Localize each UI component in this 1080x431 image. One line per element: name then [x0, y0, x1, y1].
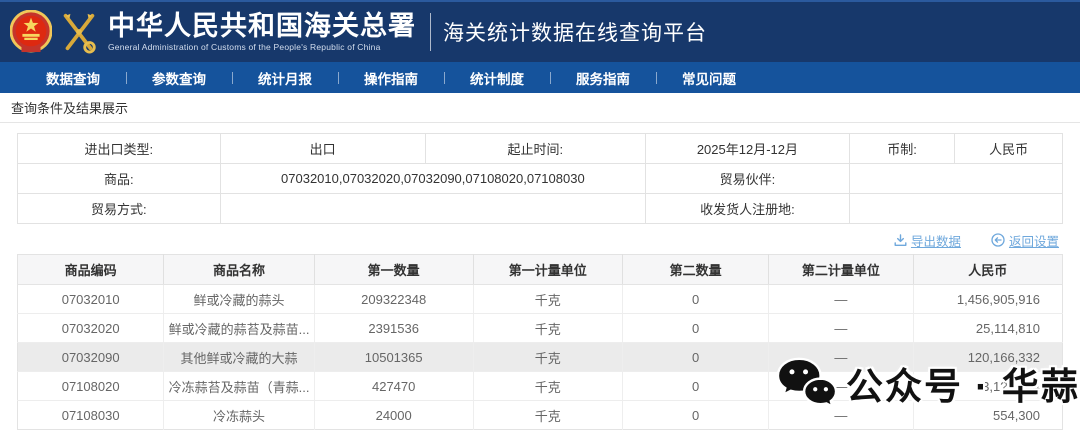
- cell-rmb: 120,166,332: [913, 343, 1062, 372]
- breadcrumb: 查询条件及结果展示: [0, 93, 1080, 123]
- col-header-name: 商品名称: [164, 255, 314, 285]
- trade-mode-value: [220, 194, 645, 224]
- nav-item-guide[interactable]: 操作指南: [338, 68, 444, 88]
- cell-name: 鲜或冷藏的蒜苔及蒜苗...: [164, 314, 314, 343]
- cell-name: 其他鲜或冷藏的大蒜: [164, 343, 314, 372]
- import-export-label: 进出口类型:: [18, 134, 221, 164]
- cell-name: 冷冻蒜头: [164, 401, 314, 430]
- col-header-rmb: 人民币: [913, 255, 1062, 285]
- registration-value: [849, 194, 1062, 224]
- app-header: 中华人民共和国海关总署 General Administration of Cu…: [0, 0, 1080, 62]
- period-label: 起止时间:: [425, 134, 645, 164]
- trade-mode-label: 贸易方式:: [18, 194, 221, 224]
- cell-code: 07032020: [18, 314, 164, 343]
- query-row-3: 贸易方式: 收发货人注册地:: [18, 194, 1063, 224]
- cell-code: 07108020: [18, 372, 164, 401]
- cell-code: 07108030: [18, 401, 164, 430]
- back-to-settings-label: 返回设置: [1009, 231, 1059, 250]
- title-divider: [430, 13, 431, 51]
- import-export-value: 出口: [220, 134, 425, 164]
- cell-qty2: 0: [623, 314, 769, 343]
- back-to-settings-button[interactable]: 返回设置: [991, 231, 1059, 250]
- commodity-value: 07032010,07032020,07032090,07108020,0710…: [220, 164, 645, 194]
- cell-unit1: 千克: [473, 372, 622, 401]
- query-conditions-table: 进出口类型: 出口 起止时间: 2025年12月-12月 币制: 人民币 商品:…: [17, 133, 1063, 224]
- table-actions: 导出数据 返回设置: [17, 231, 1059, 249]
- cell-qty1: 209322348: [314, 285, 473, 314]
- currency-label: 币制:: [849, 134, 955, 164]
- cell-unit2: —: [769, 343, 913, 372]
- back-arrow-icon: [991, 233, 1005, 247]
- period-value: 2025年12月-12月: [646, 134, 850, 164]
- currency-value: 人民币: [955, 134, 1063, 164]
- query-row-1: 进出口类型: 出口 起止时间: 2025年12月-12月 币制: 人民币: [18, 134, 1063, 164]
- cell-rmb: 25,114,810: [913, 314, 1062, 343]
- export-data-button[interactable]: 导出数据: [894, 231, 961, 250]
- query-row-2: 商品: 07032010,07032020,07032090,07108020,…: [18, 164, 1063, 194]
- cell-unit1: 千克: [473, 314, 622, 343]
- cell-qty2: 0: [623, 401, 769, 430]
- page: 中华人民共和国海关总署 General Administration of Cu…: [0, 0, 1080, 431]
- registration-label: 收发货人注册地:: [646, 194, 850, 224]
- customs-logo-icon: [58, 10, 100, 54]
- cell-unit2: —: [769, 401, 913, 430]
- cell-unit2: —: [769, 314, 913, 343]
- nav-item-faq[interactable]: 常见问题: [656, 68, 762, 88]
- cell-qty1: 427470: [314, 372, 473, 401]
- nav-item-service-guide[interactable]: 服务指南: [550, 68, 656, 88]
- nav-item-data-query[interactable]: 数据查询: [20, 68, 126, 88]
- cell-rmb: 3,1??,?44: [913, 372, 1062, 401]
- main-nav: 数据查询 参数查询 统计月报 操作指南 统计制度 服务指南 常见问题: [0, 62, 1080, 93]
- results-table: 商品编码 商品名称 第一数量 第一计量单位 第二数量 第二计量单位 人民币 07…: [17, 254, 1063, 430]
- cell-name: 鲜或冷藏的蒜头: [164, 285, 314, 314]
- cell-qty2: 0: [623, 343, 769, 372]
- cell-rmb: 1,456,905,916: [913, 285, 1062, 314]
- content: 进出口类型: 出口 起止时间: 2025年12月-12月 币制: 人民币 商品:…: [0, 133, 1080, 430]
- col-header-qty2: 第二数量: [623, 255, 769, 285]
- org-title-block: 中华人民共和国海关总署 General Administration of Cu…: [108, 12, 416, 52]
- table-row[interactable]: 07108030 冷冻蒜头 24000 千克 0 — 554,300: [18, 401, 1063, 430]
- partner-value: [849, 164, 1062, 194]
- col-header-unit2: 第二计量单位: [769, 255, 913, 285]
- table-row[interactable]: 07032010 鲜或冷藏的蒜头 209322348 千克 0 — 1,456,…: [18, 285, 1063, 314]
- cell-qty1: 2391536: [314, 314, 473, 343]
- results-header-row: 商品编码 商品名称 第一数量 第一计量单位 第二数量 第二计量单位 人民币: [18, 255, 1063, 285]
- table-row[interactable]: 07108020 冷冻蒜苔及蒜苗（青蒜... 427470 千克 0 — 3,1…: [18, 372, 1063, 401]
- cell-qty2: 0: [623, 372, 769, 401]
- cell-qty1: 24000: [314, 401, 473, 430]
- cell-rmb: 554,300: [913, 401, 1062, 430]
- org-title: 中华人民共和国海关总署: [108, 12, 416, 40]
- cell-unit1: 千克: [473, 343, 622, 372]
- table-row[interactable]: 07032090 其他鲜或冷藏的大蒜 10501365 千克 0 — 120,1…: [18, 343, 1063, 372]
- partner-label: 贸易伙伴:: [646, 164, 850, 194]
- col-header-unit1: 第一计量单位: [473, 255, 622, 285]
- cell-code: 07032090: [18, 343, 164, 372]
- table-row[interactable]: 07032020 鲜或冷藏的蒜苔及蒜苗... 2391536 千克 0 — 25…: [18, 314, 1063, 343]
- export-data-label: 导出数据: [911, 231, 961, 250]
- col-header-qty1: 第一数量: [314, 255, 473, 285]
- nav-item-stat-system[interactable]: 统计制度: [444, 68, 550, 88]
- cell-code: 07032010: [18, 285, 164, 314]
- nav-item-param-query[interactable]: 参数查询: [126, 68, 232, 88]
- cell-unit2: —: [769, 372, 913, 401]
- cell-qty1: 10501365: [314, 343, 473, 372]
- cell-unit1: 千克: [473, 285, 622, 314]
- breadcrumb-label: 查询条件及结果展示: [11, 98, 128, 117]
- cell-unit2: —: [769, 285, 913, 314]
- national-emblem-icon: [10, 10, 52, 54]
- cell-name: 冷冻蒜苔及蒜苗（青蒜...: [164, 372, 314, 401]
- platform-title: 海关统计数据在线查询平台: [443, 17, 707, 47]
- cell-unit1: 千克: [473, 401, 622, 430]
- commodity-label: 商品:: [18, 164, 221, 194]
- download-icon: [894, 234, 907, 247]
- nav-item-monthly[interactable]: 统计月报: [232, 68, 338, 88]
- org-subtitle: General Administration of Customs of the…: [108, 42, 416, 52]
- col-header-code: 商品编码: [18, 255, 164, 285]
- cell-qty2: 0: [623, 285, 769, 314]
